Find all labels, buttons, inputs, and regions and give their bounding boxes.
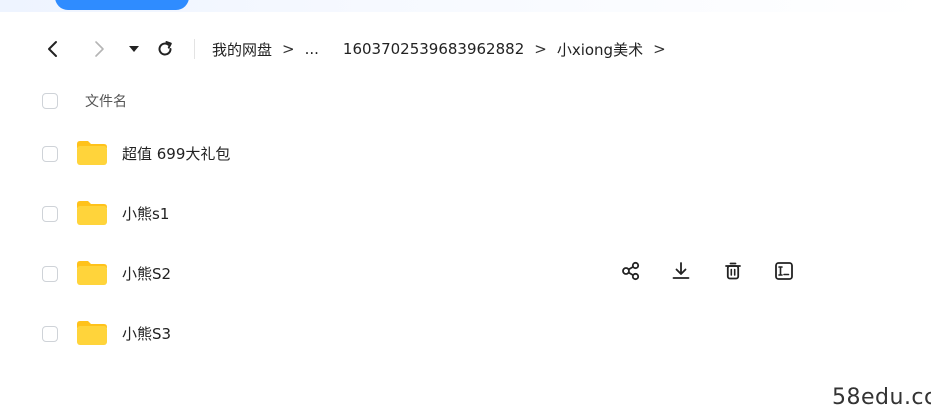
navigation-bar: 我的网盘 > ... 1603702539683962882 > 小xiong美… [0,30,931,68]
delete-button[interactable] [718,256,748,286]
column-header-filename[interactable]: 文件名 [85,91,127,111]
history-dropdown-button[interactable] [121,36,147,62]
row-checkbox[interactable] [42,326,58,342]
refresh-button[interactable] [152,36,178,62]
file-name[interactable]: 超值 699大礼包 [122,143,230,164]
row-checkbox[interactable] [42,266,58,282]
file-list-header: 文件名 [0,86,931,116]
breadcrumb-item-folder-id[interactable]: 1603702539683962882 [343,40,524,58]
breadcrumb-item-root[interactable]: 我的网盘 [212,39,272,60]
row-checkbox[interactable] [42,146,58,162]
file-name[interactable]: 小熊S2 [122,263,171,284]
watermark: 58edu.cc [832,385,931,410]
file-row[interactable]: 超值 699大礼包 [0,130,931,178]
select-all-checkbox[interactable] [42,93,58,109]
breadcrumb-separator: > [282,40,295,58]
file-row[interactable]: 小熊s1 [0,190,931,238]
upload-button[interactable] [55,0,189,10]
nav-divider [194,39,195,59]
chevron-left-icon [48,41,57,57]
folder-icon [77,321,107,345]
breadcrumb-item-current[interactable]: 小xiong美术 [557,39,643,60]
download-button[interactable] [666,256,696,286]
breadcrumb-separator: > [653,40,666,58]
breadcrumb-item-ellipsis[interactable]: ... [305,40,319,58]
file-row[interactable]: 小熊S2 [0,250,931,298]
forward-button[interactable] [86,36,112,62]
share-icon [622,261,640,281]
row-checkbox[interactable] [42,206,58,222]
breadcrumb: 我的网盘 > ... 1603702539683962882 > 小xiong美… [212,38,676,60]
file-row[interactable]: 小熊S3 [0,310,931,358]
file-name[interactable]: 小熊S3 [122,323,171,344]
caret-down-icon [129,46,139,52]
rename-button[interactable] [769,256,799,286]
folder-icon [77,141,107,165]
refresh-icon [158,41,172,56]
file-name[interactable]: 小熊s1 [122,203,169,224]
breadcrumb-separator: > [534,40,547,58]
folder-icon [77,201,107,225]
folder-icon [77,261,107,285]
trash-icon [725,262,741,280]
rename-icon [775,262,793,280]
download-icon [672,262,690,279]
share-button[interactable] [616,256,646,286]
back-button[interactable] [40,36,66,62]
chevron-right-icon [95,41,104,57]
